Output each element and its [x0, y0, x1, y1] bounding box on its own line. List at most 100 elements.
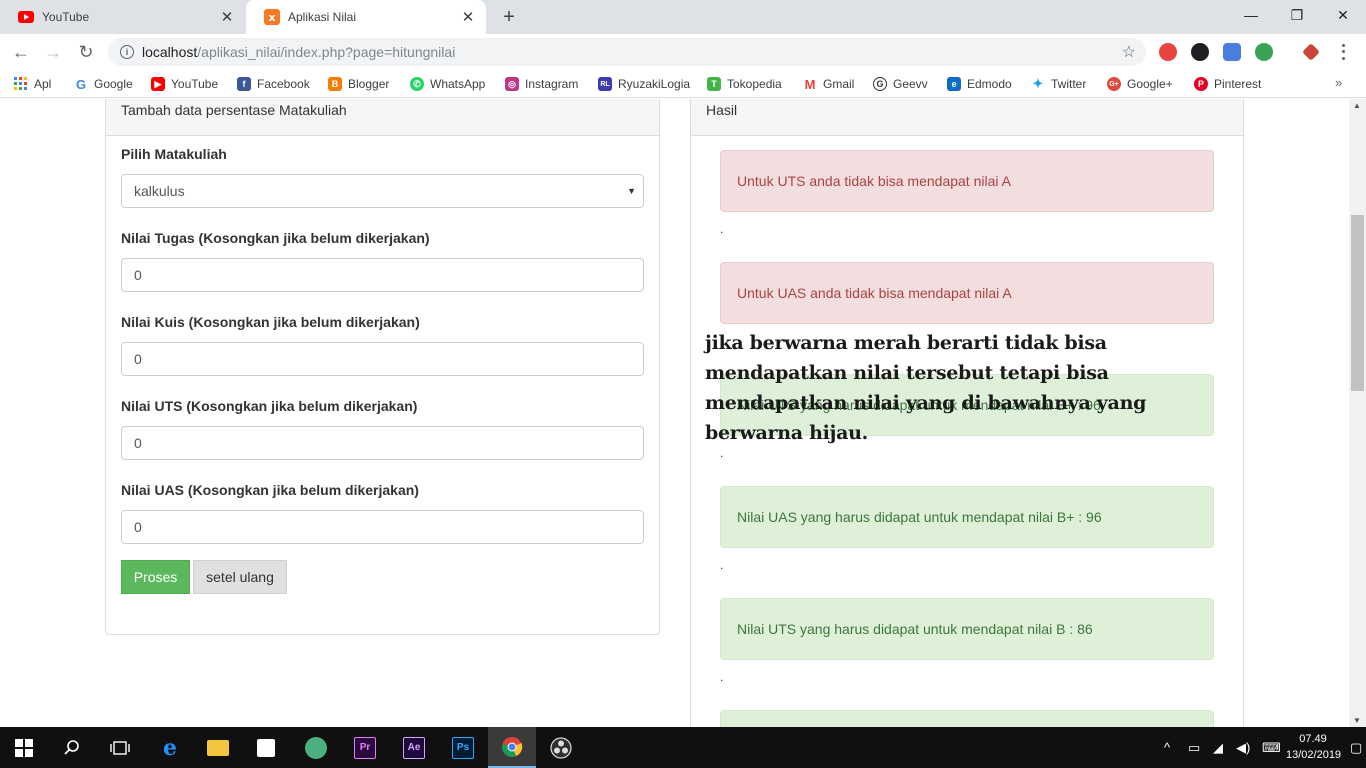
tokopedia-icon: T — [707, 77, 721, 91]
bookmark-instagram[interactable]: ◎ Instagram — [505, 75, 578, 93]
alert-success-uas-bplus: Nilai UAS yang harus didapat untuk menda… — [720, 486, 1214, 548]
keyboard-icon[interactable]: ⌨ — [1262, 727, 1281, 768]
result-panel-heading: Hasil — [691, 99, 1243, 136]
scroll-down-icon[interactable]: ▼ — [1353, 716, 1361, 725]
extension-icon[interactable] — [1159, 43, 1177, 61]
page-scrollbar[interactable]: ▲ ▼ — [1349, 99, 1366, 727]
taskbar-clock[interactable]: 07.49 13/02/2019 — [1286, 731, 1341, 763]
tab-label: YouTube — [42, 10, 90, 24]
restore-icon[interactable]: ❐ — [1274, 0, 1320, 30]
translate-icon[interactable] — [1223, 43, 1241, 61]
twitter-icon: ✦ — [1032, 76, 1044, 91]
bookmark-label: Apl — [34, 77, 52, 91]
volume-icon[interactable]: ◀) — [1236, 727, 1250, 768]
bookmark-apps[interactable]: Apl — [14, 75, 51, 93]
youtube-icon — [18, 9, 34, 25]
address-bar[interactable]: i localhost/aplikasi_nilai/index.php?pag… — [108, 38, 1146, 66]
bookmark-whatsapp[interactable]: ✆ WhatsApp — [410, 75, 485, 93]
store-icon[interactable] — [242, 727, 290, 768]
bookmark-label: Google — [94, 77, 133, 91]
uas-input[interactable]: 0 — [121, 510, 644, 544]
scroll-up-icon[interactable]: ▲ — [1353, 101, 1361, 110]
youtube-icon: ▶ — [151, 77, 165, 91]
tray-chevron-icon[interactable]: ^ — [1164, 727, 1170, 768]
battery-icon[interactable]: ▭ — [1188, 727, 1200, 768]
windows-start-icon[interactable] — [0, 727, 48, 768]
tugas-input[interactable]: 0 — [121, 258, 644, 292]
premiere-icon[interactable]: Pr — [341, 727, 389, 768]
notification-icon[interactable]: ▢ — [1350, 727, 1362, 768]
bookmark-tokopedia[interactable]: T Tokopedia — [707, 75, 782, 93]
app-green-icon[interactable] — [292, 727, 340, 768]
alert-text: Untuk UAS anda tidak bisa mendapat nilai… — [737, 285, 1012, 301]
photoshop-icon[interactable]: Ps — [439, 727, 487, 768]
bookmark-ryuzakilogia[interactable]: RL RyuzakiLogia — [598, 75, 690, 93]
obs-icon[interactable] — [537, 727, 585, 768]
proses-button[interactable]: Proses — [121, 560, 190, 594]
bookmark-label: Google+ — [1127, 77, 1173, 91]
info-icon[interactable]: i — [120, 45, 134, 59]
windows-taskbar: e Pr Ae Ps ^ ▭ ◢ ◀) ⌨ 07.49 13/02/2019 ▢ — [0, 727, 1366, 768]
bookmark-blogger[interactable]: B Blogger — [328, 75, 389, 93]
task-view-icon[interactable] — [96, 727, 144, 768]
bookmark-youtube[interactable]: ▶ YouTube — [151, 75, 218, 93]
tugas-input-value: 0 — [134, 267, 142, 283]
bookmark-gmail[interactable]: M Gmail — [803, 75, 855, 93]
minimize-icon[interactable]: — — [1228, 0, 1274, 30]
alert-danger-uas: Untuk UAS anda tidak bisa mendapat nilai… — [720, 262, 1214, 324]
tab-aplikasi-nilai[interactable]: x Aplikasi Nilai ✕ — [246, 0, 486, 34]
instagram-icon: ◎ — [505, 77, 519, 91]
subject-select-value: kalkulus — [134, 183, 185, 199]
more-bookmarks-icon[interactable]: » — [1335, 75, 1342, 90]
separator: . — [720, 222, 724, 236]
edge-icon[interactable]: e — [146, 727, 194, 768]
bookmark-label: RyuzakiLogia — [618, 77, 691, 91]
bookmark-label: Geevv — [893, 77, 928, 91]
bookmark-edmodo[interactable]: e Edmodo — [947, 75, 1012, 93]
alert-text: Untuk UTS anda tidak bisa mendapat nilai… — [737, 173, 1011, 189]
bookmark-twitter[interactable]: ✦ Twitter — [1031, 75, 1087, 93]
alert-text: Nilai UTS yang harus didapat untuk menda… — [737, 621, 1093, 637]
subject-select[interactable]: kalkulus ▼ — [121, 174, 644, 208]
scroll-thumb[interactable] — [1351, 215, 1364, 391]
new-tab-button[interactable]: + — [497, 5, 521, 29]
star-icon[interactable]: ☆ — [1122, 42, 1136, 62]
wifi-icon[interactable]: ◢ — [1213, 727, 1223, 768]
bookmark-geevv[interactable]: G Geevv — [873, 75, 928, 93]
kuis-input[interactable]: 0 — [121, 342, 644, 376]
separator: . — [720, 558, 724, 572]
bookmark-google[interactable]: G Google — [74, 75, 133, 93]
whatsapp-icon: ✆ — [410, 77, 424, 91]
alert-success-uts-b: Nilai UTS yang harus didapat untuk menda… — [720, 598, 1214, 660]
tab-label: Aplikasi Nilai — [288, 10, 357, 24]
search-icon[interactable] — [48, 727, 96, 768]
reload-icon[interactable]: ↻ — [74, 40, 98, 64]
google-plus-icon: G+ — [1107, 77, 1121, 91]
subject-label: Pilih Matakuliah — [121, 146, 227, 162]
browser-menu-icon[interactable] — [1335, 42, 1351, 62]
chrome-icon[interactable] — [488, 727, 536, 768]
bookmark-facebook[interactable]: f Facebook — [237, 75, 310, 93]
xampp-icon: x — [264, 9, 280, 25]
reset-button[interactable]: setel ulang — [193, 560, 287, 594]
close-icon[interactable]: ✕ — [458, 7, 478, 27]
uts-input[interactable]: 0 — [121, 426, 644, 460]
back-icon[interactable]: ← — [9, 40, 33, 64]
kuis-label: Nilai Kuis (Kosongkan jika belum dikerja… — [121, 314, 420, 330]
svg-text:x: x — [268, 11, 275, 24]
facebook-icon: f — [237, 77, 251, 91]
file-explorer-icon[interactable] — [194, 727, 242, 768]
bookmark-pinterest[interactable]: P Pinterest — [1194, 75, 1261, 93]
forward-icon[interactable]: → — [41, 40, 65, 64]
bookmark-google-plus[interactable]: G+ Google+ — [1107, 75, 1173, 93]
separator: . — [720, 670, 724, 684]
chevron-down-icon: ▼ — [627, 186, 636, 196]
bookmark-label: Blogger — [348, 77, 390, 91]
extension-icon[interactable] — [1255, 43, 1273, 61]
form-panel: Tambah data persentase Matakuliah Pilih … — [105, 99, 660, 635]
window-close-icon[interactable]: ✕ — [1320, 0, 1366, 30]
after-effects-icon[interactable]: Ae — [390, 727, 438, 768]
extension-icon[interactable] — [1191, 43, 1209, 61]
close-icon[interactable]: ✕ — [217, 7, 237, 27]
tab-youtube[interactable]: YouTube ✕ — [0, 0, 245, 34]
